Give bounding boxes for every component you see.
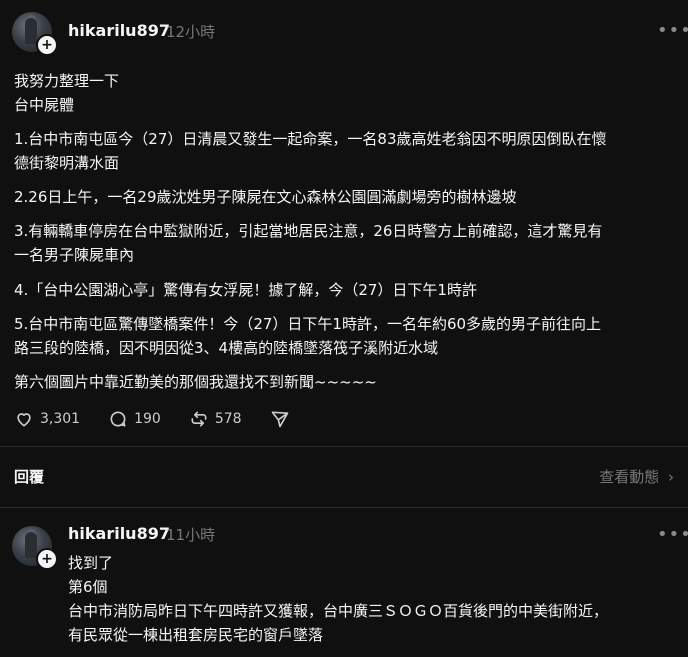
divider [0,507,688,508]
comment-button[interactable]: 190 [108,409,161,429]
repost-icon [191,411,207,427]
replies-label: 回覆 [14,468,45,486]
post-text-line: 5.台中市南屯區驚傳墜橋案件！今（27）日下午1時許，一名年約60多歲的男子前往… [14,315,602,333]
post-text-line: 2.26日上午，一名29歲沈姓男子陳屍在文心森林公園圓滿劇場旁的樹林邊坡 [14,188,517,206]
like-button[interactable]: 3,301 [14,409,80,429]
divider [0,446,688,447]
comment-bubble-icon [110,411,126,427]
post-text-line: 台中屍體 [14,96,75,114]
post-text-line: 我努力整理一下 [14,72,120,90]
post-text-line: 一名男子陳屍車內 [14,246,135,264]
more-horizontal-icon[interactable]: ••• [657,524,688,545]
reply-time[interactable]: 11小時 [166,524,215,545]
chevron-right-icon: › [668,468,674,486]
view-activity-link[interactable]: 查看動態 › [599,466,674,487]
more-horizontal-icon[interactable]: ••• [657,20,688,41]
send-icon [271,411,288,428]
reply-text-line: 第6個 [68,578,108,596]
repost-button[interactable]: 578 [189,409,242,429]
comment-count: 190 [134,411,161,427]
like-count: 3,301 [40,411,81,427]
post-text-line: 路三段的陸橋，因不明因從3、4樓高的陸橋墜落筏子溪附近水域 [14,339,439,357]
post-text-line: 4.「台中公園湖心亭」驚傳有女浮屍！據了解，今（27）日下午1時許 [14,281,477,299]
plus-icon[interactable]: + [36,34,58,56]
username[interactable]: hikarilu897 [68,21,170,40]
post-text-line: 第六個圖片中靠近勤美的那個我還找不到新聞~~~~~ [14,373,377,391]
action-bar: 3,301 190 578 [14,409,324,429]
plus-icon[interactable]: + [36,548,58,570]
share-button[interactable] [270,409,296,429]
post-time[interactable]: 12小時 [166,21,215,42]
post-text-line: 德街黎明溝水面 [14,154,120,172]
reply-text-line: 台中市消防局昨日下午四時許又獲報，台中廣三ＳＯＧＯ百貨後門的中美街附近， [68,602,609,620]
reply-text-line: 找到了 [68,554,114,572]
reply-text-line: 有民眾從一棟出租套房民宅的窗戶墜落 [68,626,324,644]
heart-icon [17,413,31,427]
post-text-line: 3.有輛轎車停房在台中監獄附近，引起當地居民注意，26日時警方上前確認，這才驚見… [14,222,603,240]
repost-count: 578 [214,411,242,427]
username[interactable]: hikarilu897 [68,524,170,543]
view-activity-label: 查看動態 [599,468,660,486]
post-text-line: 1.台中市南屯區今（27）日清晨又發生一起命案，一名83歲高姓老翁因不明原因倒臥… [14,130,607,148]
